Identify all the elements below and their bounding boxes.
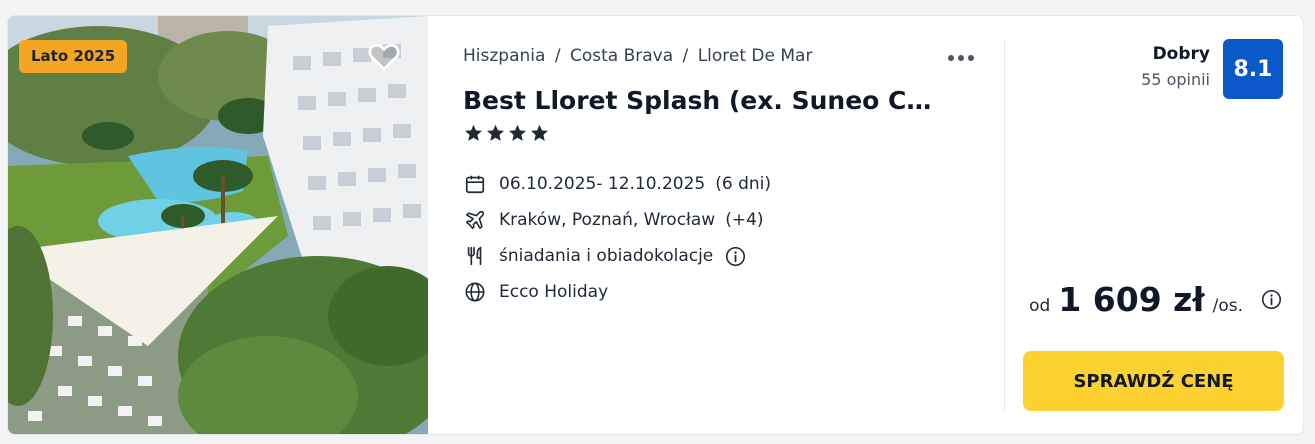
- heart-icon: [368, 43, 400, 71]
- price-amount: 1 609 zł: [1058, 280, 1205, 319]
- info-icon: [726, 246, 746, 266]
- rating-label: Dobry: [1152, 44, 1210, 64]
- travel-dates: 06.10.2025- 12.10.2025 (6 dni): [463, 166, 771, 202]
- fork-knife-icon: [463, 244, 487, 268]
- hotel-photo[interactable]: Lato 2025: [8, 16, 428, 434]
- rating-summary[interactable]: Dobry 55 opinii: [1141, 44, 1210, 89]
- breadcrumb-separator: /: [682, 46, 689, 66]
- price-prefix: od: [1029, 296, 1051, 316]
- departures-text: Kraków, Poznań, Wrocław: [499, 210, 716, 230]
- breadcrumb-region[interactable]: Costa Brava: [570, 46, 673, 66]
- more-dots-icon: [968, 55, 974, 61]
- board-info-button[interactable]: [725, 246, 746, 267]
- globe-icon: [463, 280, 487, 304]
- breadcrumb: Hiszpania / Costa Brava / Lloret De Mar: [463, 46, 812, 66]
- breadcrumb-separator: /: [554, 46, 561, 66]
- check-price-button[interactable]: SPRAWDŹ CENĘ: [1023, 351, 1284, 411]
- info-icon: [1261, 289, 1282, 310]
- season-badge: Lato 2025: [19, 40, 128, 73]
- breadcrumb-city[interactable]: Lloret De Mar: [698, 46, 813, 66]
- more-dots-icon: [958, 55, 964, 61]
- board-text: śniadania i obiadokolacje: [499, 246, 714, 266]
- calendar-icon: [463, 172, 487, 196]
- dates-text: 06.10.2025- 12.10.2025: [499, 174, 706, 194]
- plane-icon: [463, 208, 487, 232]
- departure-airports: Kraków, Poznań, Wrocław (+4): [463, 202, 771, 238]
- favorite-button[interactable]: [366, 38, 402, 74]
- duration-text: (6 dni): [715, 174, 771, 194]
- offer-facts: 06.10.2025- 12.10.2025 (6 dni) Kraków, P…: [463, 166, 771, 310]
- star-icon: [465, 124, 482, 141]
- more-departures-link[interactable]: (+4): [725, 210, 763, 230]
- star-icon: [509, 124, 526, 141]
- price-info-button[interactable]: [1261, 289, 1282, 310]
- hotel-star-rating: [464, 124, 549, 142]
- tour-operator: Ecco Holiday: [463, 274, 771, 310]
- hotel-title[interactable]: Best Lloret Splash (ex. Suneo C…: [463, 86, 931, 115]
- star-icon: [487, 124, 504, 141]
- offer-card[interactable]: Lato 2025 Hiszpania / Costa Brava / Llor…: [7, 15, 1304, 435]
- breadcrumb-country[interactable]: Hiszpania: [463, 46, 545, 66]
- column-divider: [1004, 40, 1005, 412]
- star-icon: [531, 124, 548, 141]
- operator-text: Ecco Holiday: [499, 282, 609, 302]
- rating-score-badge: 8.1: [1223, 39, 1283, 99]
- reviews-count[interactable]: 55 opinii: [1141, 70, 1210, 89]
- price-suffix: /os.: [1212, 296, 1243, 316]
- price-block: od 1 609 zł /os.: [1029, 280, 1282, 319]
- more-dots-icon: [948, 55, 954, 61]
- board-type: śniadania i obiadokolacje: [463, 238, 771, 274]
- more-options-button[interactable]: [942, 46, 980, 70]
